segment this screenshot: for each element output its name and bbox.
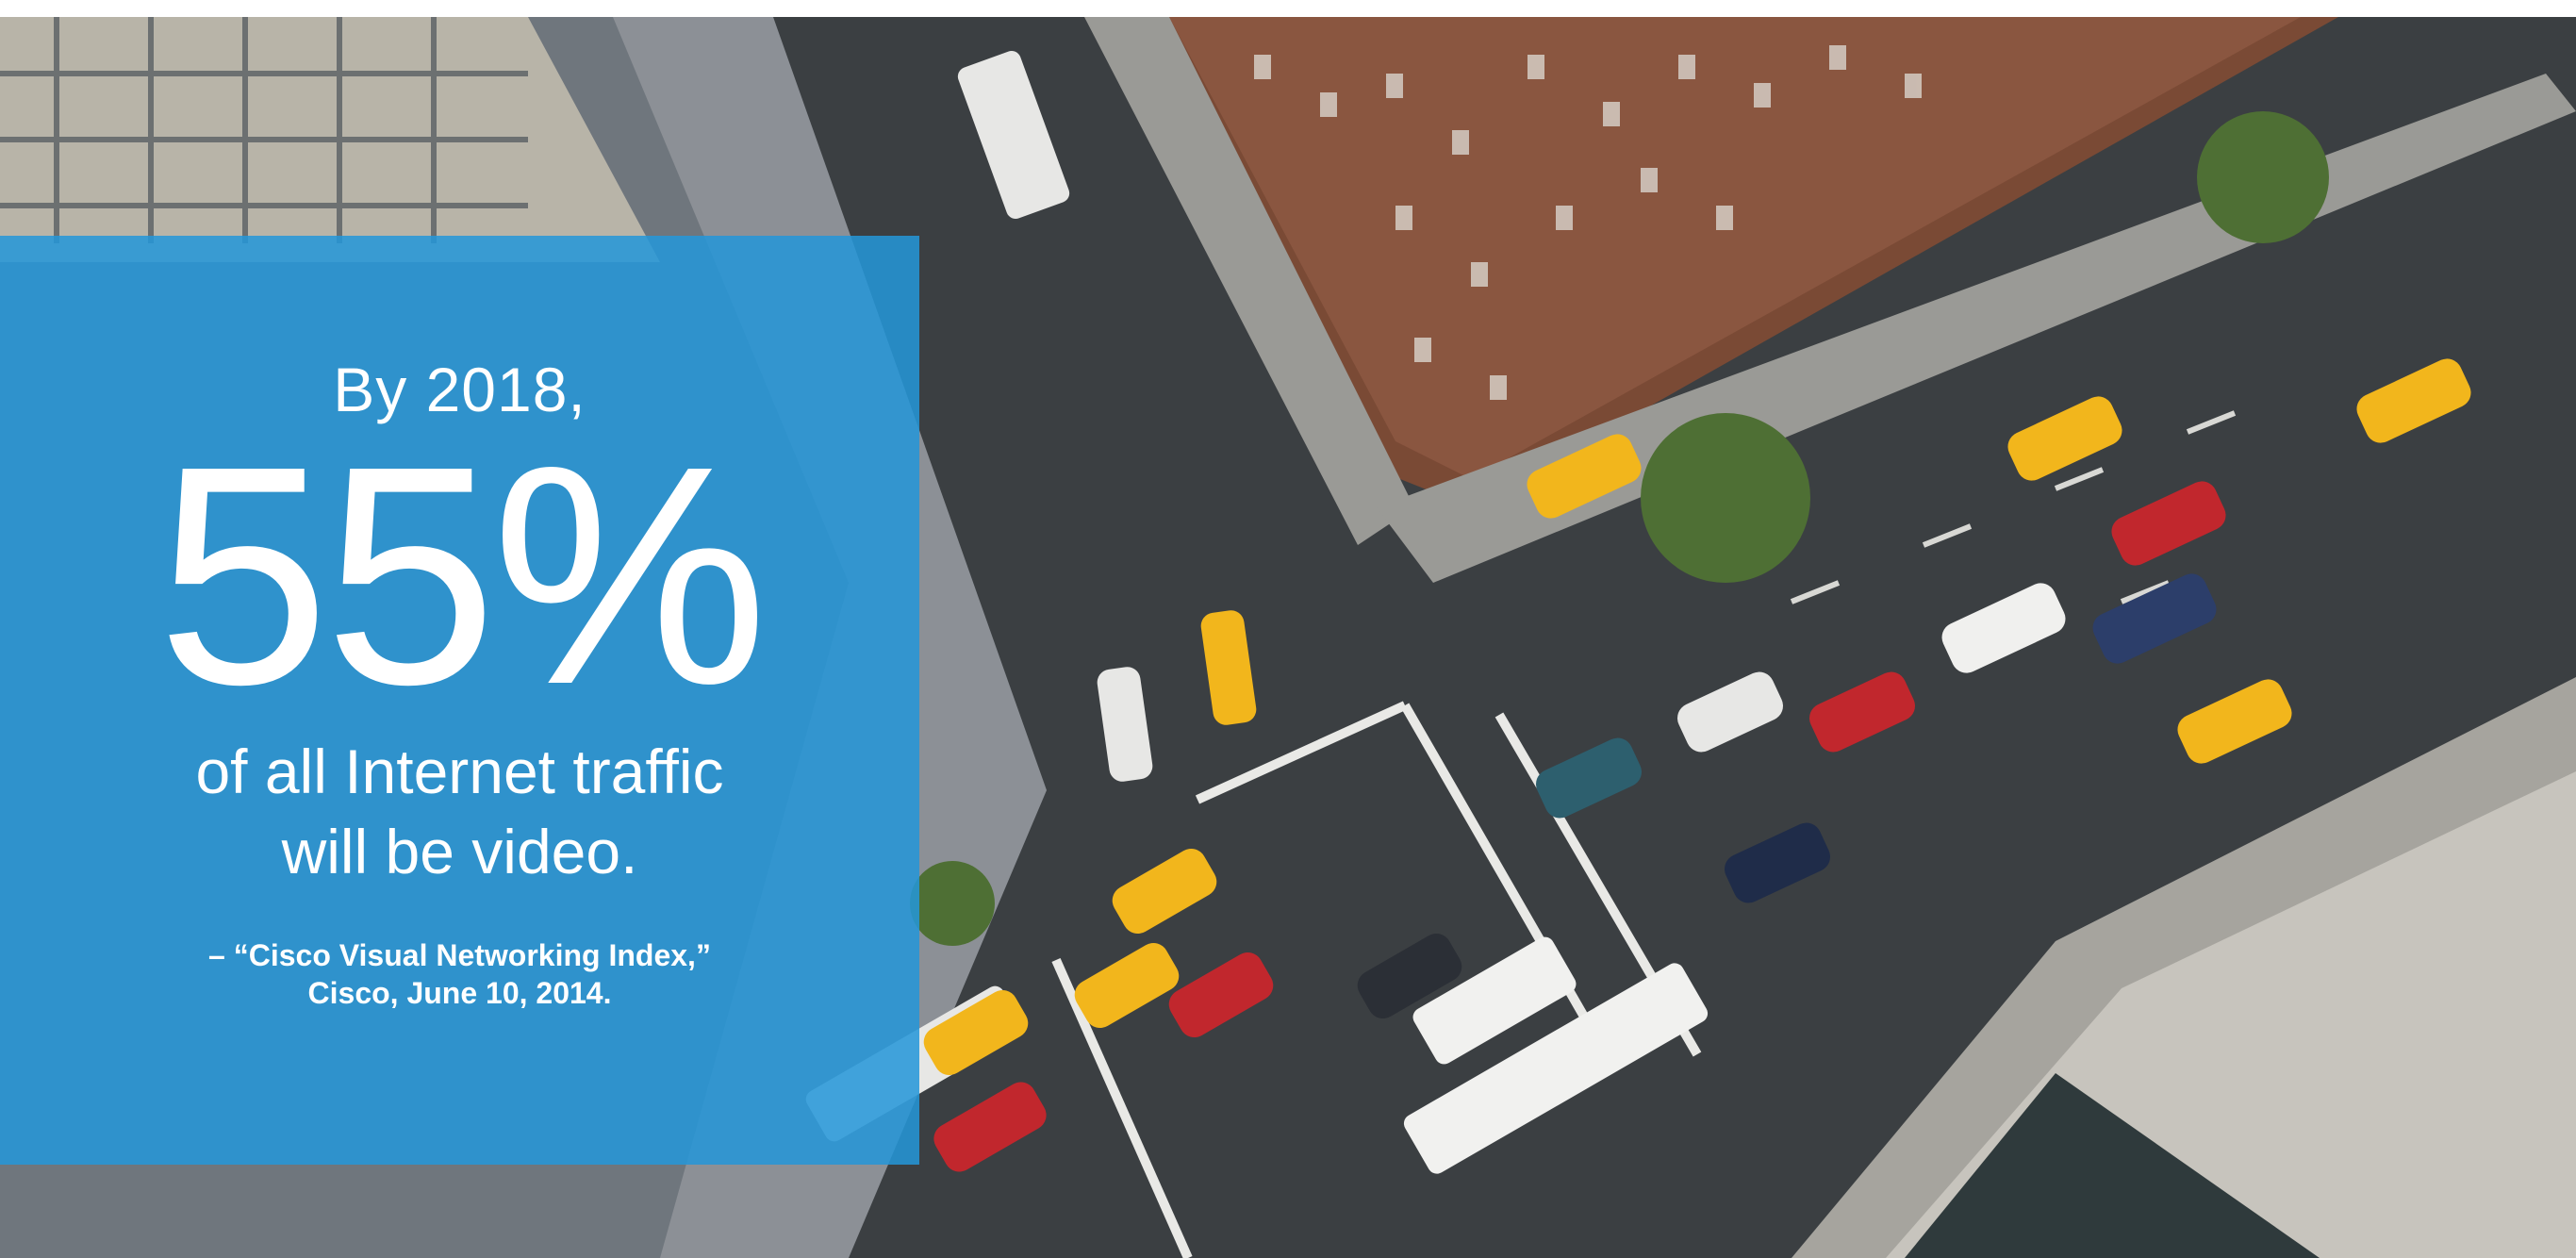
quote-line-2: will be video. [281,817,638,886]
page: By 2018, 55% of all Internet traffic wil… [0,0,2576,1258]
citation-line-1: – “Cisco Visual Networking Index,” [208,938,711,972]
quote-line-1: of all Internet traffic [195,737,724,806]
quote-panel: By 2018, 55% of all Internet traffic wil… [0,236,919,1165]
citation-line-2: Cisco, June 10, 2014. [307,976,612,1010]
statistic-value: 55% [157,401,768,749]
